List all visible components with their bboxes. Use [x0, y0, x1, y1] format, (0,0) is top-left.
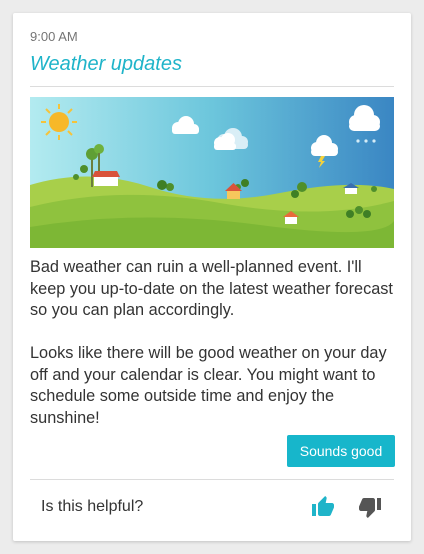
footer-divider [30, 479, 394, 480]
feedback-question: Is this helpful? [41, 498, 144, 515]
card-title: Weather updates [30, 53, 182, 75]
timestamp: 9:00 AM [30, 29, 78, 44]
message-paragraph: Bad weather can ruin a well-planned even… [30, 258, 393, 319]
message-paragraph: Looks like there will be good weather on… [30, 344, 387, 427]
weather-illustration [30, 97, 394, 248]
sounds-good-button[interactable]: Sounds good [287, 435, 395, 467]
card-message: Bad weather can ruin a well-planned even… [30, 257, 394, 429]
title-divider [30, 86, 394, 87]
thumbs-up-icon[interactable] [311, 495, 335, 519]
weather-card: 9:00 AM Weather updates Bad weather can … [13, 13, 411, 541]
thumbs-down-icon[interactable] [358, 495, 382, 519]
